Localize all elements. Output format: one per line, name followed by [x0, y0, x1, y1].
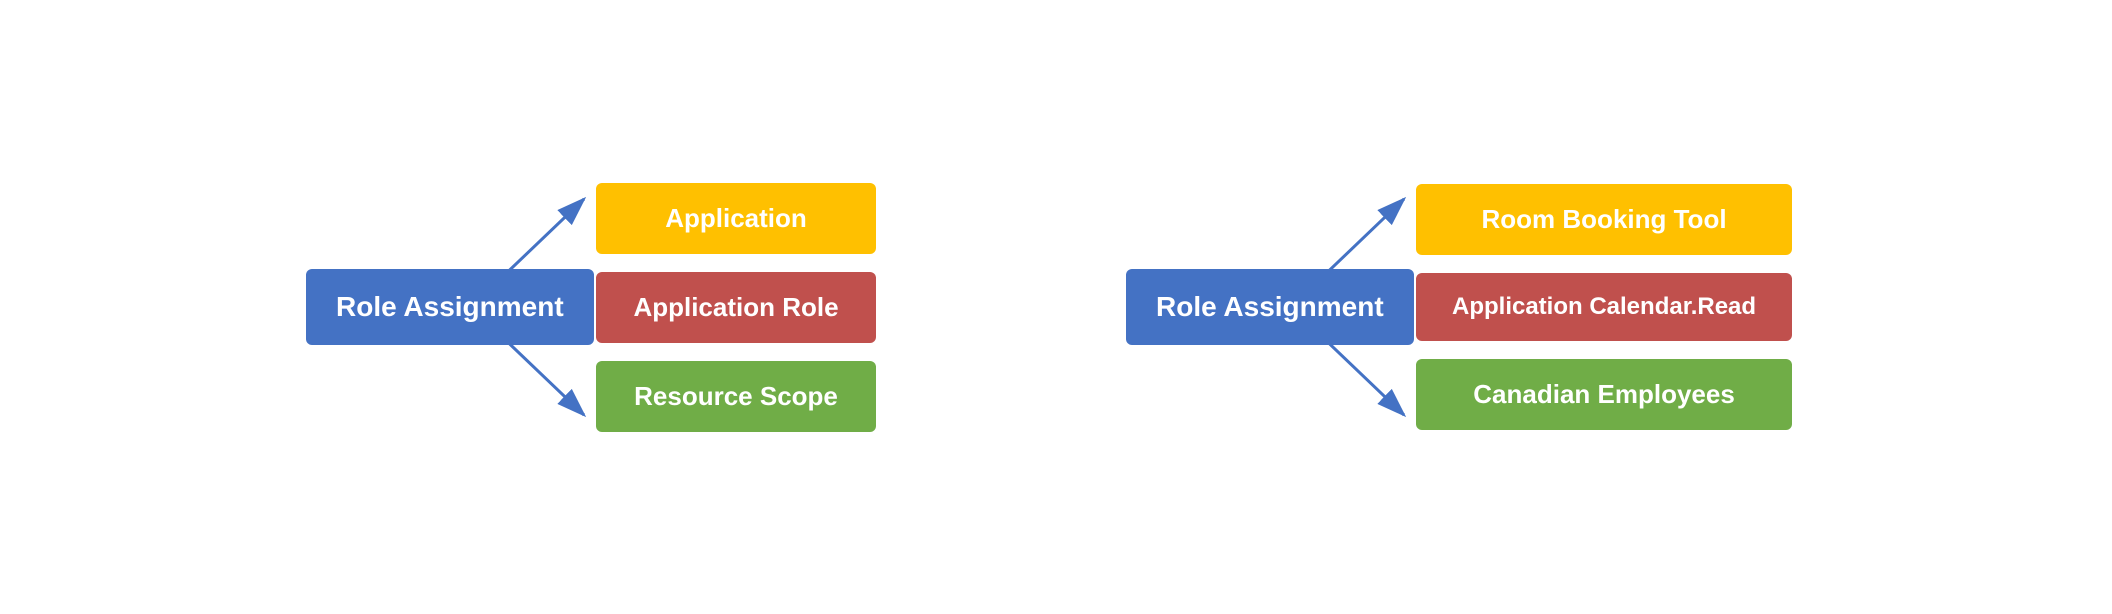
diagram2-target-room: Room Booking Tool: [1416, 184, 1792, 255]
diagram1-target-role: Application Role: [596, 272, 876, 343]
diagram1-target-application: Application: [596, 183, 876, 254]
diagram1-target-scope: Resource Scope: [596, 361, 876, 432]
diagram2: Role Assignment Room Booking Tool Applic…: [1096, 117, 1836, 497]
diagram2-target-employees: Canadian Employees: [1416, 359, 1792, 430]
diagrams-container: Role Assignment Application Application …: [0, 0, 2112, 614]
diagram2-source: Role Assignment: [1126, 269, 1414, 345]
diagram1-source: Role Assignment: [306, 269, 594, 345]
diagram1: Role Assignment Application Application …: [276, 117, 976, 497]
diagram2-target-calendar: Application Calendar.Read: [1416, 273, 1792, 341]
